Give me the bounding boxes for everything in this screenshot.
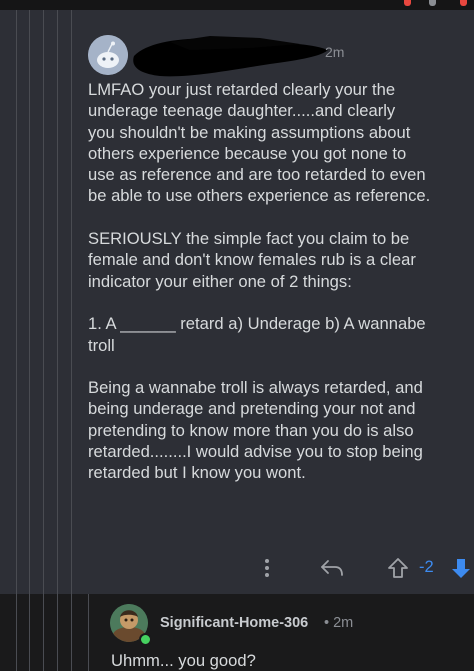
reply-body: Uhmm... you good? <box>111 651 256 670</box>
top-icon-fragment <box>429 0 436 6</box>
reply-arrow-icon <box>321 560 343 576</box>
top-action-bar-remnant <box>0 0 474 10</box>
comment-line: you shouldn't be making assumptions abou… <box>88 122 411 142</box>
top-icon-fragment <box>404 0 411 6</box>
thread-line <box>57 10 58 594</box>
thread-line <box>43 10 44 594</box>
downvote-arrow-icon <box>452 559 470 578</box>
comment-line: indicator your either one of 2 things: <box>88 271 352 291</box>
comment-body: LMFAO your just retarded clearly your th… <box>88 79 474 505</box>
comment-line: being underage and pretending your not a… <box>88 399 416 419</box>
vote-score: -2 <box>419 558 434 576</box>
comment-line: underage teenage daughter.....and clearl… <box>88 101 396 121</box>
comment-line: SERIOUSLY the simple fact you claim to b… <box>88 229 410 249</box>
upvote-button[interactable] <box>386 556 410 580</box>
more-vertical-icon <box>265 559 269 577</box>
comment-line: LMFAO your just retarded clearly your th… <box>88 80 396 99</box>
comment-line: troll <box>88 335 115 355</box>
thread-line <box>71 594 72 671</box>
comment-line: be able to use others experience as refe… <box>88 186 431 206</box>
comment-line: others experience because you got none t… <box>88 143 407 163</box>
comment-line: female and don't know females rub is a c… <box>88 250 416 270</box>
comment-timestamp: 2m <box>325 44 345 60</box>
downvote-button[interactable] <box>449 556 473 580</box>
snoo-avatar-icon <box>88 35 128 75</box>
reply-username[interactable]: Significant-Home-306 <box>160 615 308 631</box>
thread-line <box>29 594 30 671</box>
comment-line: pretending to know more than you do is a… <box>88 420 414 440</box>
thread-line <box>16 594 17 671</box>
reply-timestamp: • 2m <box>324 615 353 631</box>
username-redaction <box>133 36 328 77</box>
meta-separator: • <box>324 615 330 631</box>
thread-line <box>71 10 72 594</box>
reply-button[interactable] <box>318 556 346 580</box>
upvote-arrow-icon <box>388 558 408 578</box>
thread-line <box>88 594 89 671</box>
comment-paragraph: Being a wannabe troll is always retarded… <box>88 377 474 483</box>
comment-line: use as reference and are too retarded to… <box>88 165 426 185</box>
online-status-dot <box>139 633 152 646</box>
comment-line: 1. A ______ retard a) Underage b) A wann… <box>88 314 426 334</box>
thread-line <box>43 594 44 671</box>
reply-time-value: 2m <box>333 615 354 631</box>
comment-line: retarded but I know you wont. <box>88 463 306 483</box>
thread-line <box>16 10 17 594</box>
thread-line <box>29 10 30 594</box>
thread-line <box>57 594 58 671</box>
comment-paragraph: SERIOUSLY the simple fact you claim to b… <box>88 228 474 292</box>
comment-line: retarded........I would advise you to st… <box>88 442 423 462</box>
comment-paragraph: 1. A ______ retard a) Underage b) A wann… <box>88 313 474 356</box>
comment-line: Being a wannabe troll is always retarded… <box>88 378 423 398</box>
comment-paragraph: LMFAO your just retarded clearly your th… <box>88 79 474 207</box>
more-options-button[interactable] <box>256 556 278 580</box>
top-icon-fragment <box>460 0 467 6</box>
avatar[interactable] <box>88 35 128 75</box>
